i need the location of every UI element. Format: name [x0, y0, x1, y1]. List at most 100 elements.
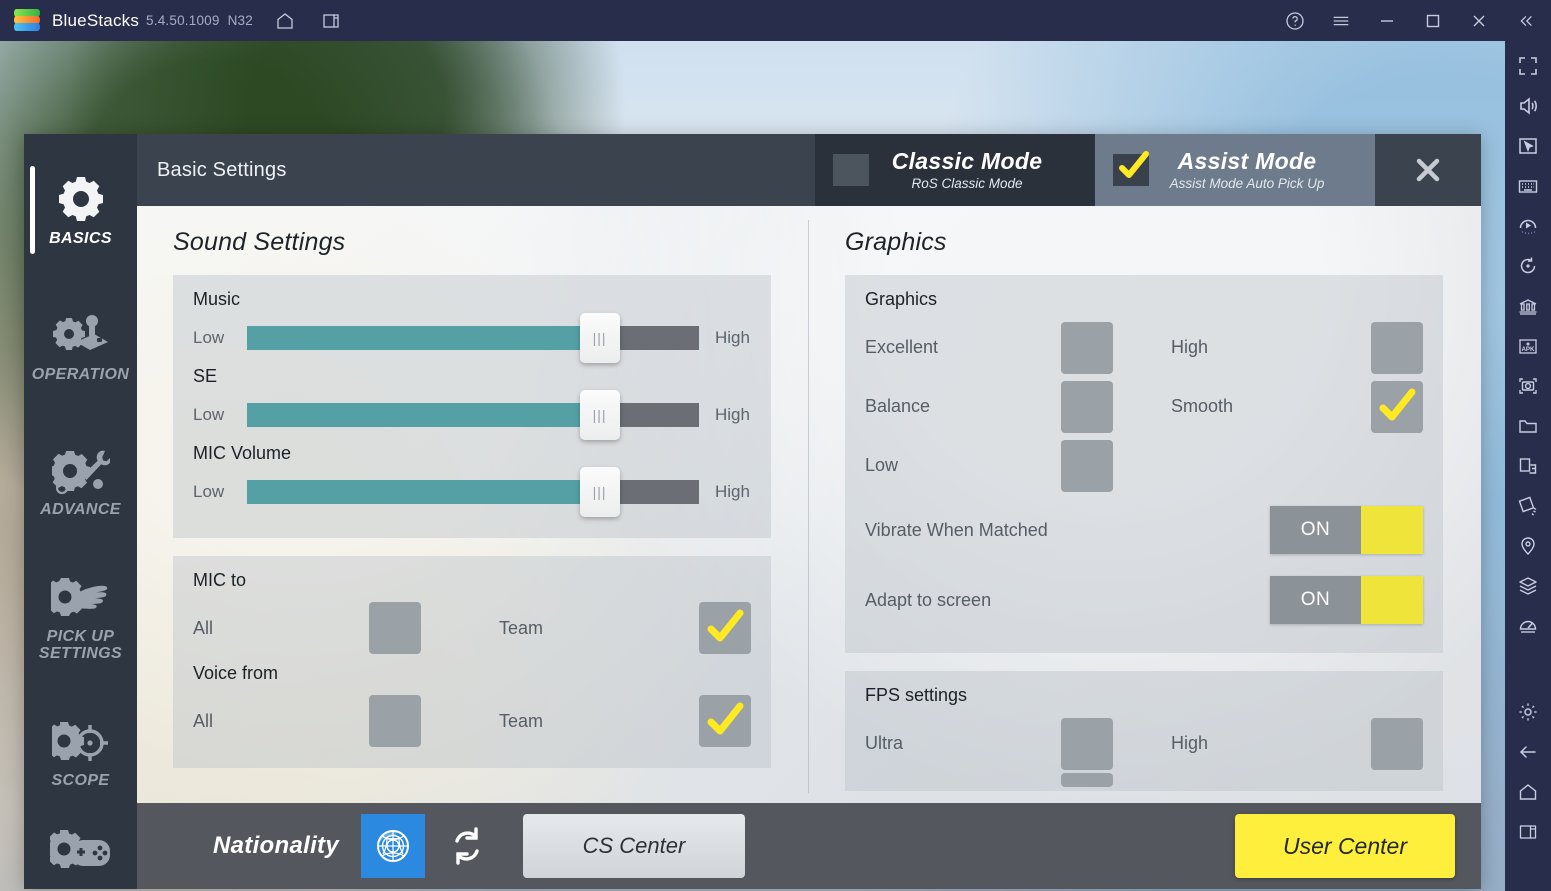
cs-center-button[interactable]: CS Center: [522, 814, 745, 878]
minimize-icon[interactable]: [1377, 11, 1397, 31]
back-icon[interactable]: [1513, 737, 1543, 767]
mic-to-team-label: Team: [499, 617, 544, 638]
location-icon[interactable]: [1513, 531, 1543, 561]
screenshot-icon[interactable]: [1513, 371, 1543, 401]
install-apk-icon[interactable]: APK: [1513, 331, 1543, 361]
keyboard-icon[interactable]: [1513, 171, 1543, 201]
graphics-high-checkbox[interactable]: [1371, 321, 1423, 374]
voice-from-all-checkbox[interactable]: [369, 695, 421, 747]
fps-high-checkbox[interactable]: [1371, 717, 1423, 770]
music-slider-handle[interactable]: |||: [579, 313, 620, 363]
macro-record-icon[interactable]: [1513, 211, 1543, 241]
tab-assist-mode[interactable]: Assist Mode Assist Mode Auto Pick Up: [1095, 134, 1375, 206]
voice-from-row: All Team: [193, 692, 751, 750]
maximize-icon[interactable]: [1423, 11, 1443, 31]
classic-mode-checkbox[interactable]: [833, 154, 869, 186]
gear-gamepad-icon: [49, 824, 112, 880]
assist-mode-checkbox[interactable]: [1113, 151, 1149, 186]
mic-to-all-checkbox[interactable]: [369, 602, 421, 654]
menu-icon[interactable]: [1331, 11, 1351, 31]
nationality-flag-button[interactable]: [360, 814, 425, 878]
fps-card-heading: FPS settings: [865, 685, 968, 705]
app-name: BlueStacks: [52, 10, 140, 30]
sidebar-item-controls[interactable]: [24, 819, 137, 889]
home-icon[interactable]: [275, 11, 295, 31]
meter-icon[interactable]: [1513, 611, 1543, 641]
fps-ultra-checkbox[interactable]: [1061, 717, 1113, 770]
voice-from-team-checkbox[interactable]: [699, 695, 751, 747]
mic-to-team-checkbox[interactable]: [699, 602, 751, 654]
volume-sliders-card: Music Low ||| High SE Low ||| High MIC V…: [173, 275, 771, 538]
gear-icon: [50, 171, 112, 227]
graphics-smooth-checkbox[interactable]: [1371, 380, 1423, 433]
graphics-low-label: Low: [865, 455, 899, 475]
copy-to-pc-icon[interactable]: [1513, 451, 1543, 481]
se-slider-handle[interactable]: |||: [579, 390, 620, 440]
dialog-header: Basic Settings Classic Mode RoS Classic …: [137, 134, 1481, 206]
cursor-icon[interactable]: [1513, 131, 1543, 161]
graphics-row-balance-smooth: Balance Smooth: [865, 377, 1423, 436]
refresh-nationality-button[interactable]: [439, 818, 495, 874]
multi-instance-manager-icon[interactable]: [1513, 291, 1543, 321]
music-slider[interactable]: |||: [247, 313, 699, 363]
sidebar-item-pick-up-settings[interactable]: PICK UP SETTINGS: [24, 548, 137, 683]
settings-panel: Basic Settings Classic Mode RoS Classic …: [137, 134, 1481, 889]
svg-text:APK: APK: [1521, 346, 1535, 353]
fullscreen-icon[interactable]: [1513, 51, 1543, 81]
mic-volume-label: MIC Volume: [193, 443, 292, 463]
mic-volume-low-label: Low: [193, 482, 225, 501]
home-nav-icon[interactable]: [1513, 777, 1543, 807]
check-icon: [707, 702, 744, 735]
sidebar-item-scope[interactable]: SCOPE: [24, 684, 137, 819]
sidebar-item-label: ADVANCE: [40, 501, 121, 519]
collapse-icon[interactable]: [1515, 11, 1535, 31]
slider-row-music: Music Low ||| High: [193, 289, 751, 363]
voice-from-heading: Voice from: [193, 663, 279, 683]
gear-hand-icon: [50, 569, 112, 625]
sidebar-item-advance[interactable]: ADVANCE: [24, 413, 137, 548]
adapt-to-screen-row: Adapt to screen ON: [865, 565, 1423, 635]
user-center-button[interactable]: User Center: [1235, 814, 1455, 878]
assist-mode-label: Assist Mode: [1177, 148, 1317, 175]
recents-icon[interactable]: [1513, 817, 1543, 847]
app-root: BlueStacks 5.4.50.1009 N32 BASICS OPERAT…: [0, 0, 1551, 891]
graphics-excellent-checkbox[interactable]: [1061, 321, 1113, 374]
sidebar-item-operation[interactable]: OPERATION: [24, 277, 137, 412]
volume-icon[interactable]: [1513, 91, 1543, 121]
nationality-label: Nationality: [213, 832, 339, 859]
emulator-stage: BASICS OPERATION ADVANCE PICK UP SETTING…: [0, 41, 1505, 891]
mic-volume-slider[interactable]: |||: [247, 467, 699, 517]
graphics-section-title: Graphics: [845, 228, 947, 256]
adapt-to-screen-toggle[interactable]: ON: [1270, 576, 1423, 624]
mic-volume-slider-handle[interactable]: |||: [579, 467, 620, 517]
fps-row-ultra-high: Ultra High: [865, 714, 1423, 773]
se-label: SE: [193, 366, 218, 386]
layers-icon[interactable]: [1513, 571, 1543, 601]
adapt-toggle-state: ON: [1270, 576, 1361, 624]
basic-settings-dialog: BASICS OPERATION ADVANCE PICK UP SETTING…: [24, 134, 1481, 889]
mic-to-row: All Team: [193, 599, 751, 657]
vibrate-when-matched-toggle[interactable]: ON: [1270, 506, 1423, 554]
fps-next-checkbox[interactable]: [1061, 773, 1113, 787]
graphics-row-low: Low: [865, 436, 1423, 495]
media-folder-icon[interactable]: [1513, 411, 1543, 441]
close-icon[interactable]: [1469, 11, 1489, 31]
se-slider[interactable]: |||: [247, 390, 699, 440]
graphics-balance-checkbox[interactable]: [1061, 380, 1113, 433]
multi-instance-icon[interactable]: [321, 11, 341, 31]
shake-icon[interactable]: [1513, 491, 1543, 521]
settings-gear-icon[interactable]: [1513, 697, 1543, 727]
page-title: Basic Settings: [157, 158, 287, 181]
rotate-icon[interactable]: [1513, 251, 1543, 281]
check-icon: [1379, 388, 1416, 420]
mic-to-all-label: All: [193, 617, 214, 638]
music-slider-fill: [247, 326, 600, 350]
tab-classic-mode[interactable]: Classic Mode RoS Classic Mode: [815, 134, 1095, 206]
sidebar-item-basics[interactable]: BASICS: [24, 142, 137, 277]
classic-mode-subtitle: RoS Classic Mode: [911, 175, 1023, 191]
dialog-close-button[interactable]: [1375, 134, 1481, 206]
mic-to-heading: MIC to: [193, 570, 247, 590]
vibrate-when-matched-row: Vibrate When Matched ON: [865, 495, 1423, 565]
help-icon[interactable]: [1285, 11, 1305, 31]
graphics-low-checkbox[interactable]: [1061, 439, 1113, 492]
